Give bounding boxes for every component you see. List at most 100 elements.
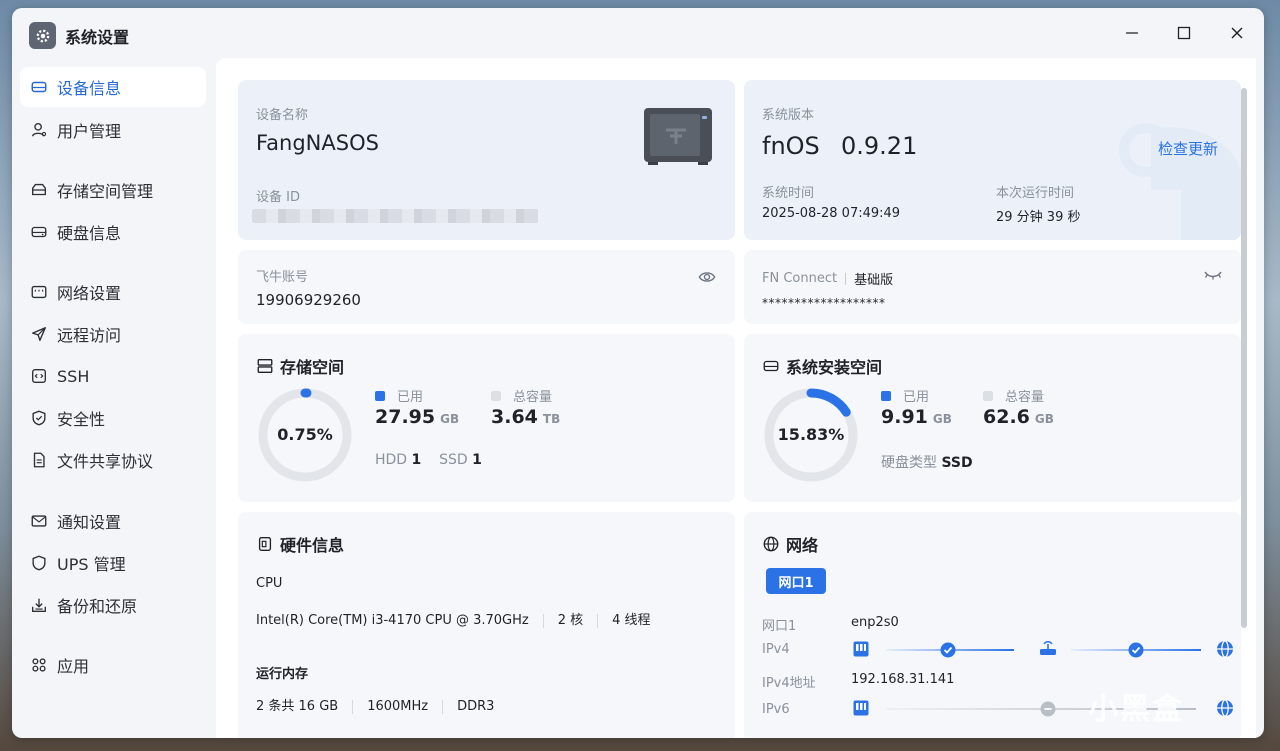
value-number: 9.91	[881, 406, 928, 428]
value-unit: TB	[542, 412, 561, 426]
uptime-label: 本次运行时间	[996, 186, 1075, 201]
legend-swatch	[881, 390, 891, 401]
minimize-icon	[1126, 32, 1138, 34]
fn-connect-card: FN Connect 基础版 *******************	[744, 250, 1241, 324]
storage-percent: 0.75%	[277, 425, 333, 444]
system-version-label: 系统版本	[762, 108, 815, 123]
globe-icon	[763, 536, 779, 552]
legend-swatch	[491, 390, 501, 401]
sidebar-item-network[interactable]: 网络设置	[20, 272, 206, 312]
os-version: 0.9.21	[841, 132, 918, 160]
legend-label: 总容量	[1005, 390, 1045, 405]
fn-connect-masked: *******************	[762, 296, 886, 310]
check-circle-icon	[940, 642, 956, 658]
watermark-text: 小黑盒	[1088, 692, 1184, 727]
legend-swatch	[375, 390, 385, 401]
memory-frequency: 1600MHz	[367, 699, 429, 714]
system-disk-used-legend: 已用	[881, 386, 929, 405]
port-value: enp2s0	[851, 615, 899, 630]
system-version-card: 系统版本 fnOS 0.9.21 检查更新 系统时间 2025-08-28 07…	[744, 80, 1241, 240]
system-disk-card: 系统安装空间 15.83% 已用 总容量 9.91 GB 62.6 GB 硬盘类型 …	[744, 334, 1241, 502]
hdd-count: 1	[411, 452, 422, 468]
cpu-label: CPU	[256, 576, 283, 591]
storage-used-value: 27.95 GB	[375, 406, 459, 428]
internet-globe-icon	[1217, 699, 1233, 717]
os-name: fnOS	[762, 132, 820, 160]
tab-port-1[interactable]: 网口1	[766, 568, 826, 594]
sidebar-item-security[interactable]: 安全性	[20, 398, 206, 438]
account-value: 19906929260	[256, 291, 361, 309]
device-id-label: 设备 ID	[256, 190, 300, 205]
legend-label: 已用	[903, 390, 930, 405]
value-number: 27.95	[375, 406, 436, 428]
sidebar-item-label: 用户管理	[57, 122, 122, 141]
memory-label: 运行内存	[256, 667, 309, 682]
sidebar-item-remote-access[interactable]: 远程访问	[20, 314, 206, 354]
network-icon	[31, 285, 47, 299]
port-label: 网口1	[762, 619, 797, 634]
account-card: 飞牛账号 19906929260	[238, 250, 735, 324]
sidebar-item-device-info[interactable]: 设备信息	[20, 67, 206, 107]
system-time: 2025-08-28 07:49:49	[762, 206, 901, 221]
system-disk-total-value: 62.6 GB	[983, 406, 1054, 428]
minimize-button[interactable]	[1117, 20, 1147, 46]
storage-total-legend: 总容量	[491, 386, 552, 405]
uptime: 29 分钟 39 秒	[996, 210, 1081, 225]
maximize-button[interactable]	[1169, 20, 1199, 46]
sidebar-item-file-sharing[interactable]: 文件共享协议	[20, 440, 206, 480]
value-number: 3.64	[491, 406, 538, 428]
sidebar-item-ssh[interactable]: SSH	[20, 356, 206, 396]
legend-label: 已用	[397, 390, 424, 405]
storage-icon	[32, 183, 46, 196]
eye-closed-icon[interactable]	[1203, 268, 1223, 282]
main-scrollbar[interactable]	[1241, 88, 1247, 628]
fn-connect-plan: 基础版	[854, 273, 894, 288]
memory-type: DDR3	[457, 699, 495, 714]
disk-type-label: 硬盘类型	[881, 455, 937, 471]
terminal-icon	[32, 369, 46, 383]
sidebar-item-notifications[interactable]: 通知设置	[20, 501, 206, 541]
check-circle-icon	[1128, 642, 1144, 658]
main-content: 设备名称 FangNASOS 设备 ID 系统版本 fnOS 0.9.21 检查…	[216, 58, 1256, 738]
hardware-title: 硬件信息	[256, 532, 344, 556]
memory-size: 2 条共 16 GB	[256, 699, 339, 714]
value-number: 62.6	[983, 406, 1030, 428]
storage-card: 存储空间 0.75% 已用 总容量 27.95 GB 3.64 TB HDD 1 S…	[238, 334, 735, 502]
file-icon	[33, 452, 45, 468]
value-unit: GB	[1034, 412, 1054, 426]
network-title: 网络	[762, 532, 818, 556]
divider	[352, 699, 354, 714]
sidebar-item-disk-info[interactable]: 硬盘信息	[20, 212, 206, 252]
sidebar-item-storage-management[interactable]: 存储空间管理	[20, 170, 206, 210]
device-name-label: 设备名称	[256, 108, 309, 123]
ipv6-label: IPv6	[762, 702, 790, 717]
sidebar-item-label: 通知设置	[57, 513, 122, 532]
window-title: 系统设置	[65, 28, 130, 47]
hdd-label: HDD	[375, 452, 408, 468]
sidebar-item-label: SSH	[57, 366, 90, 386]
nas-device-image	[642, 106, 714, 166]
close-button[interactable]	[1222, 20, 1252, 46]
hardware-title-text: 硬件信息	[280, 536, 345, 555]
storage-stack-icon	[257, 359, 273, 373]
divider	[845, 272, 847, 285]
network-title-text: 网络	[786, 536, 819, 555]
device-card: 设备名称 FangNASOS 设备 ID	[238, 80, 735, 240]
sidebar-item-label: 网络设置	[57, 284, 122, 303]
backup-icon	[32, 598, 46, 612]
eye-icon[interactable]	[698, 268, 716, 286]
close-icon	[1231, 27, 1243, 39]
check-update-link[interactable]: 检查更新	[1158, 138, 1218, 159]
sidebar-item-backup[interactable]: 备份和还原	[20, 585, 206, 625]
settings-gear-icon	[29, 22, 56, 49]
sidebar-item-label: 应用	[57, 657, 90, 676]
sidebar-item-ups[interactable]: UPS 管理	[20, 543, 206, 583]
ssd-label: SSD	[439, 452, 468, 468]
device-id-redacted	[252, 209, 538, 223]
internet-globe-icon	[1217, 640, 1233, 658]
router-icon	[1040, 641, 1056, 655]
value-unit: GB	[932, 412, 952, 426]
nic-icon	[853, 700, 869, 716]
sidebar-item-apps[interactable]: 应用	[20, 645, 206, 685]
sidebar-item-users[interactable]: 用户管理	[20, 110, 206, 150]
